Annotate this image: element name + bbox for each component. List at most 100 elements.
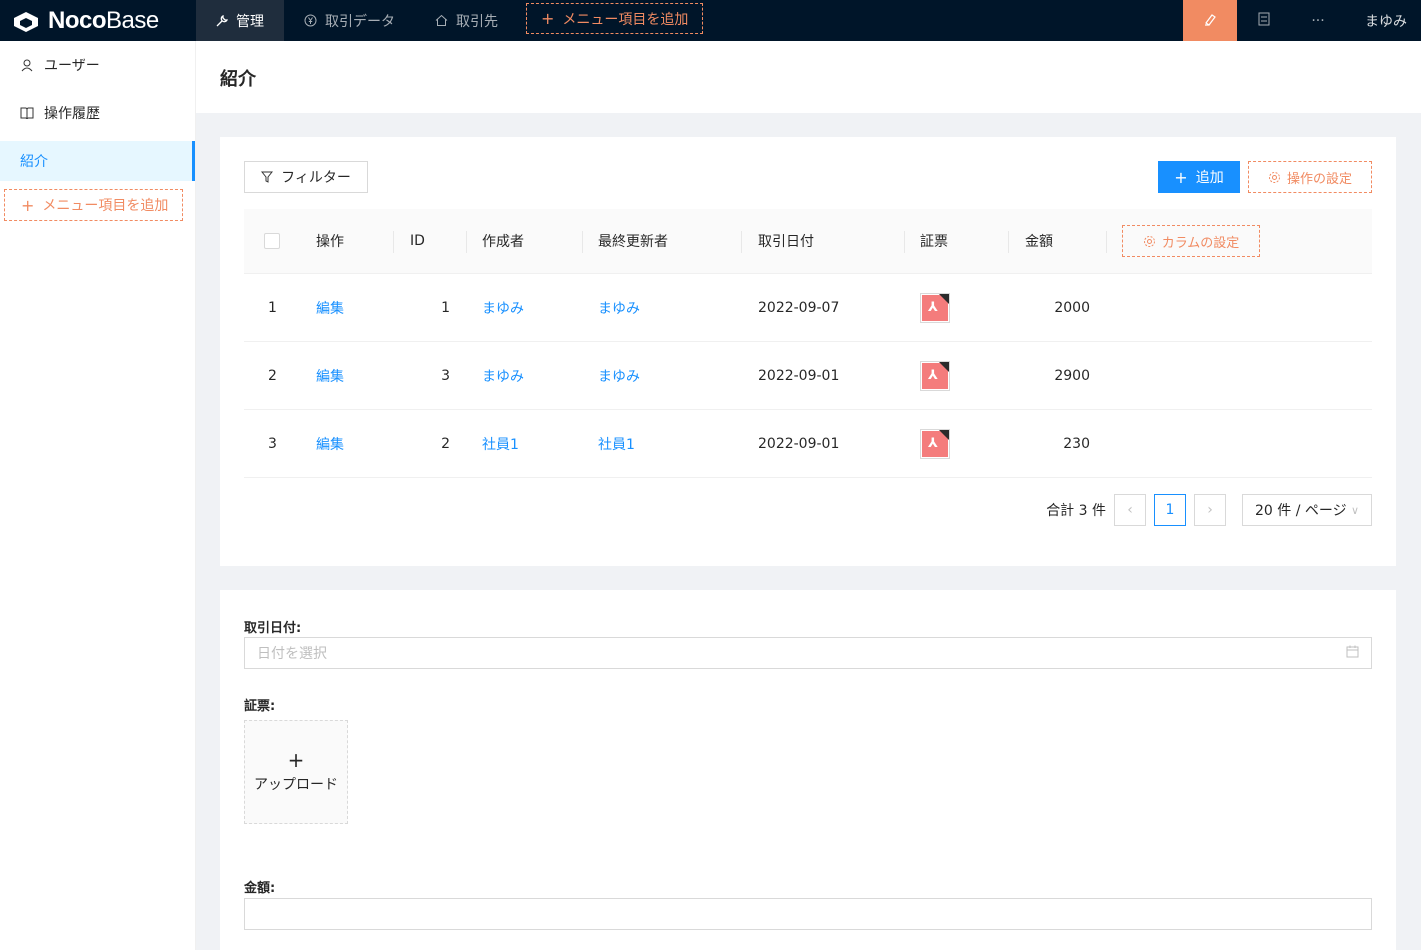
page-size-select[interactable]: 20 件 / ページ ∨ [1242, 494, 1372, 526]
action-settings-button[interactable]: 操作の設定 [1248, 161, 1372, 193]
page-size-value: 20 件 / ページ [1255, 503, 1347, 519]
add-menu-label: メニュー項目を追加 [42, 198, 169, 214]
cell-date: 2022-09-01 [758, 435, 840, 452]
more-menu-button[interactable]: ··· [1291, 0, 1345, 41]
sidebar-item-users[interactable]: ユーザー [0, 45, 195, 85]
page-number-button[interactable]: 1 [1154, 494, 1186, 526]
logo-text-noco: Noco [48, 6, 107, 34]
top-nav: 管理 取引データ 取引先 + メニュー項目を追加 [196, 0, 704, 41]
cell-creator[interactable]: まゆみ [482, 342, 524, 409]
select-all-checkbox[interactable] [264, 233, 280, 249]
column-separator [466, 231, 467, 253]
date-field-label: 取引日付: [244, 621, 302, 636]
prev-page-button[interactable]: ‹ [1114, 494, 1146, 526]
column-header-id: ID [410, 233, 425, 249]
edit-link[interactable]: 編集 [316, 342, 344, 409]
top-nav-item-clients[interactable]: 取引先 [415, 0, 518, 41]
edit-link[interactable]: 編集 [316, 274, 344, 341]
filter-button[interactable]: フィルター [244, 161, 368, 193]
next-page-button[interactable]: › [1194, 494, 1226, 526]
wrench-icon [216, 14, 228, 27]
sidebar-item-intro[interactable]: 紹介 [0, 141, 195, 181]
cell-id: 2 [441, 435, 450, 452]
column-separator [904, 231, 905, 253]
row-number: 1 [268, 299, 277, 316]
column-separator [1106, 231, 1107, 253]
pdf-file-icon[interactable]: ⅄ [920, 360, 950, 391]
chevron-left-icon: ‹ [1127, 502, 1133, 518]
form-block: 取引日付: 日付を選択 証票: + アップロード 金額: [220, 590, 1396, 950]
column-header-creator: 作成者 [482, 234, 524, 250]
column-header-updater: 最終更新者 [598, 234, 668, 250]
logo-icon [12, 10, 40, 32]
cell-amount: 2900 [1054, 367, 1090, 384]
user-icon [20, 59, 34, 72]
gear-icon [1268, 171, 1281, 184]
date-placeholder: 日付を選択 [257, 646, 327, 662]
cell-updater[interactable]: まゆみ [598, 342, 640, 409]
ui-editor-toggle-button[interactable] [1183, 0, 1237, 41]
cell-voucher: ⅄ [920, 410, 950, 477]
top-nav-item-transactions[interactable]: 取引データ [284, 0, 415, 41]
book-icon [20, 107, 34, 119]
column-header-action: 操作 [316, 234, 344, 250]
pagination-total: 合計 3 件 [1046, 503, 1106, 519]
column-separator [741, 231, 742, 253]
filter-label: フィルター [281, 170, 351, 186]
column-header-amount: 金額 [1025, 234, 1053, 250]
sidebar-item-label: 操作履歴 [44, 106, 100, 122]
voucher-field-label: 証票: [244, 699, 276, 714]
sidebar-add-menu-item-button[interactable]: + メニュー項目を追加 [4, 189, 183, 221]
user-menu[interactable]: まゆみ [1345, 0, 1421, 41]
more-icon: ··· [1311, 12, 1325, 29]
row-number: 3 [268, 435, 277, 452]
table-row[interactable]: 2 編集 3 まゆみ まゆみ 2022-09-01 ⅄ 2900 [244, 342, 1372, 410]
user-name: まゆみ [1365, 13, 1407, 30]
cell-id: 3 [441, 367, 450, 384]
plus-icon: + [21, 195, 35, 215]
row-number: 2 [268, 367, 277, 384]
sidebar-item-label: ユーザー [44, 58, 100, 74]
column-header-date: 取引日付 [758, 234, 814, 250]
cell-updater[interactable]: まゆみ [598, 274, 640, 341]
sidebar-item-history[interactable]: 操作履歴 [0, 93, 195, 133]
highlighter-icon [1203, 12, 1217, 30]
table-row[interactable]: 1 編集 1 まゆみ まゆみ 2022-09-07 ⅄ 2000 [244, 274, 1372, 342]
amount-input[interactable] [244, 898, 1372, 930]
page-title: 紹介 [220, 69, 256, 90]
add-menu-item-button[interactable]: + メニュー項目を追加 [526, 3, 704, 34]
yen-circle-icon [304, 14, 317, 27]
pdf-file-icon[interactable]: ⅄ [920, 292, 950, 323]
cell-creator[interactable]: まゆみ [482, 274, 524, 341]
table-row[interactable]: 3 編集 2 社員1 社員1 2022-09-01 ⅄ 230 [244, 410, 1372, 478]
table-block: フィルター + 追加 操作の設定 操作 ID 作成者 最終更新者 取引日付 証票 [220, 137, 1396, 566]
select-all-checkbox-cell [264, 209, 280, 273]
column-settings-button[interactable]: カラムの設定 [1122, 225, 1260, 257]
header-actions: ··· まゆみ [1183, 0, 1421, 41]
cell-creator[interactable]: 社員1 [482, 410, 519, 477]
cell-updater[interactable]: 社員1 [598, 410, 635, 477]
page-header: 紹介 [196, 41, 1421, 113]
cell-amount: 2000 [1054, 299, 1090, 316]
chevron-down-icon: ∨ [1350, 503, 1359, 517]
table-header: 操作 ID 作成者 最終更新者 取引日付 証票 金額 カラムの設定 [244, 209, 1372, 274]
calendar-icon [1346, 645, 1359, 662]
add-record-button[interactable]: + 追加 [1158, 161, 1240, 193]
app-logo[interactable]: Noco Base [0, 0, 196, 41]
pagination: 合計 3 件 ‹ 1 › 20 件 / ページ ∨ [1046, 494, 1372, 526]
database-icon [1258, 12, 1270, 30]
column-separator [1008, 231, 1009, 253]
date-picker-input[interactable]: 日付を選択 [244, 637, 1372, 669]
edit-link[interactable]: 編集 [316, 410, 344, 477]
top-nav-label: 取引先 [456, 13, 498, 30]
upload-button[interactable]: + アップロード [244, 720, 348, 824]
upload-label: アップロード [254, 777, 338, 793]
pdf-file-icon[interactable]: ⅄ [920, 428, 950, 459]
top-header: Noco Base 管理 取引データ 取引先 + メニュー項目を追加 ··· ま… [0, 0, 1421, 41]
action-settings-label: 操作の設定 [1286, 171, 1352, 187]
column-separator [582, 231, 583, 253]
plugin-manager-button[interactable] [1237, 0, 1291, 41]
top-nav-item-admin[interactable]: 管理 [196, 0, 284, 41]
cell-voucher: ⅄ [920, 342, 950, 409]
cell-id: 1 [441, 299, 450, 316]
